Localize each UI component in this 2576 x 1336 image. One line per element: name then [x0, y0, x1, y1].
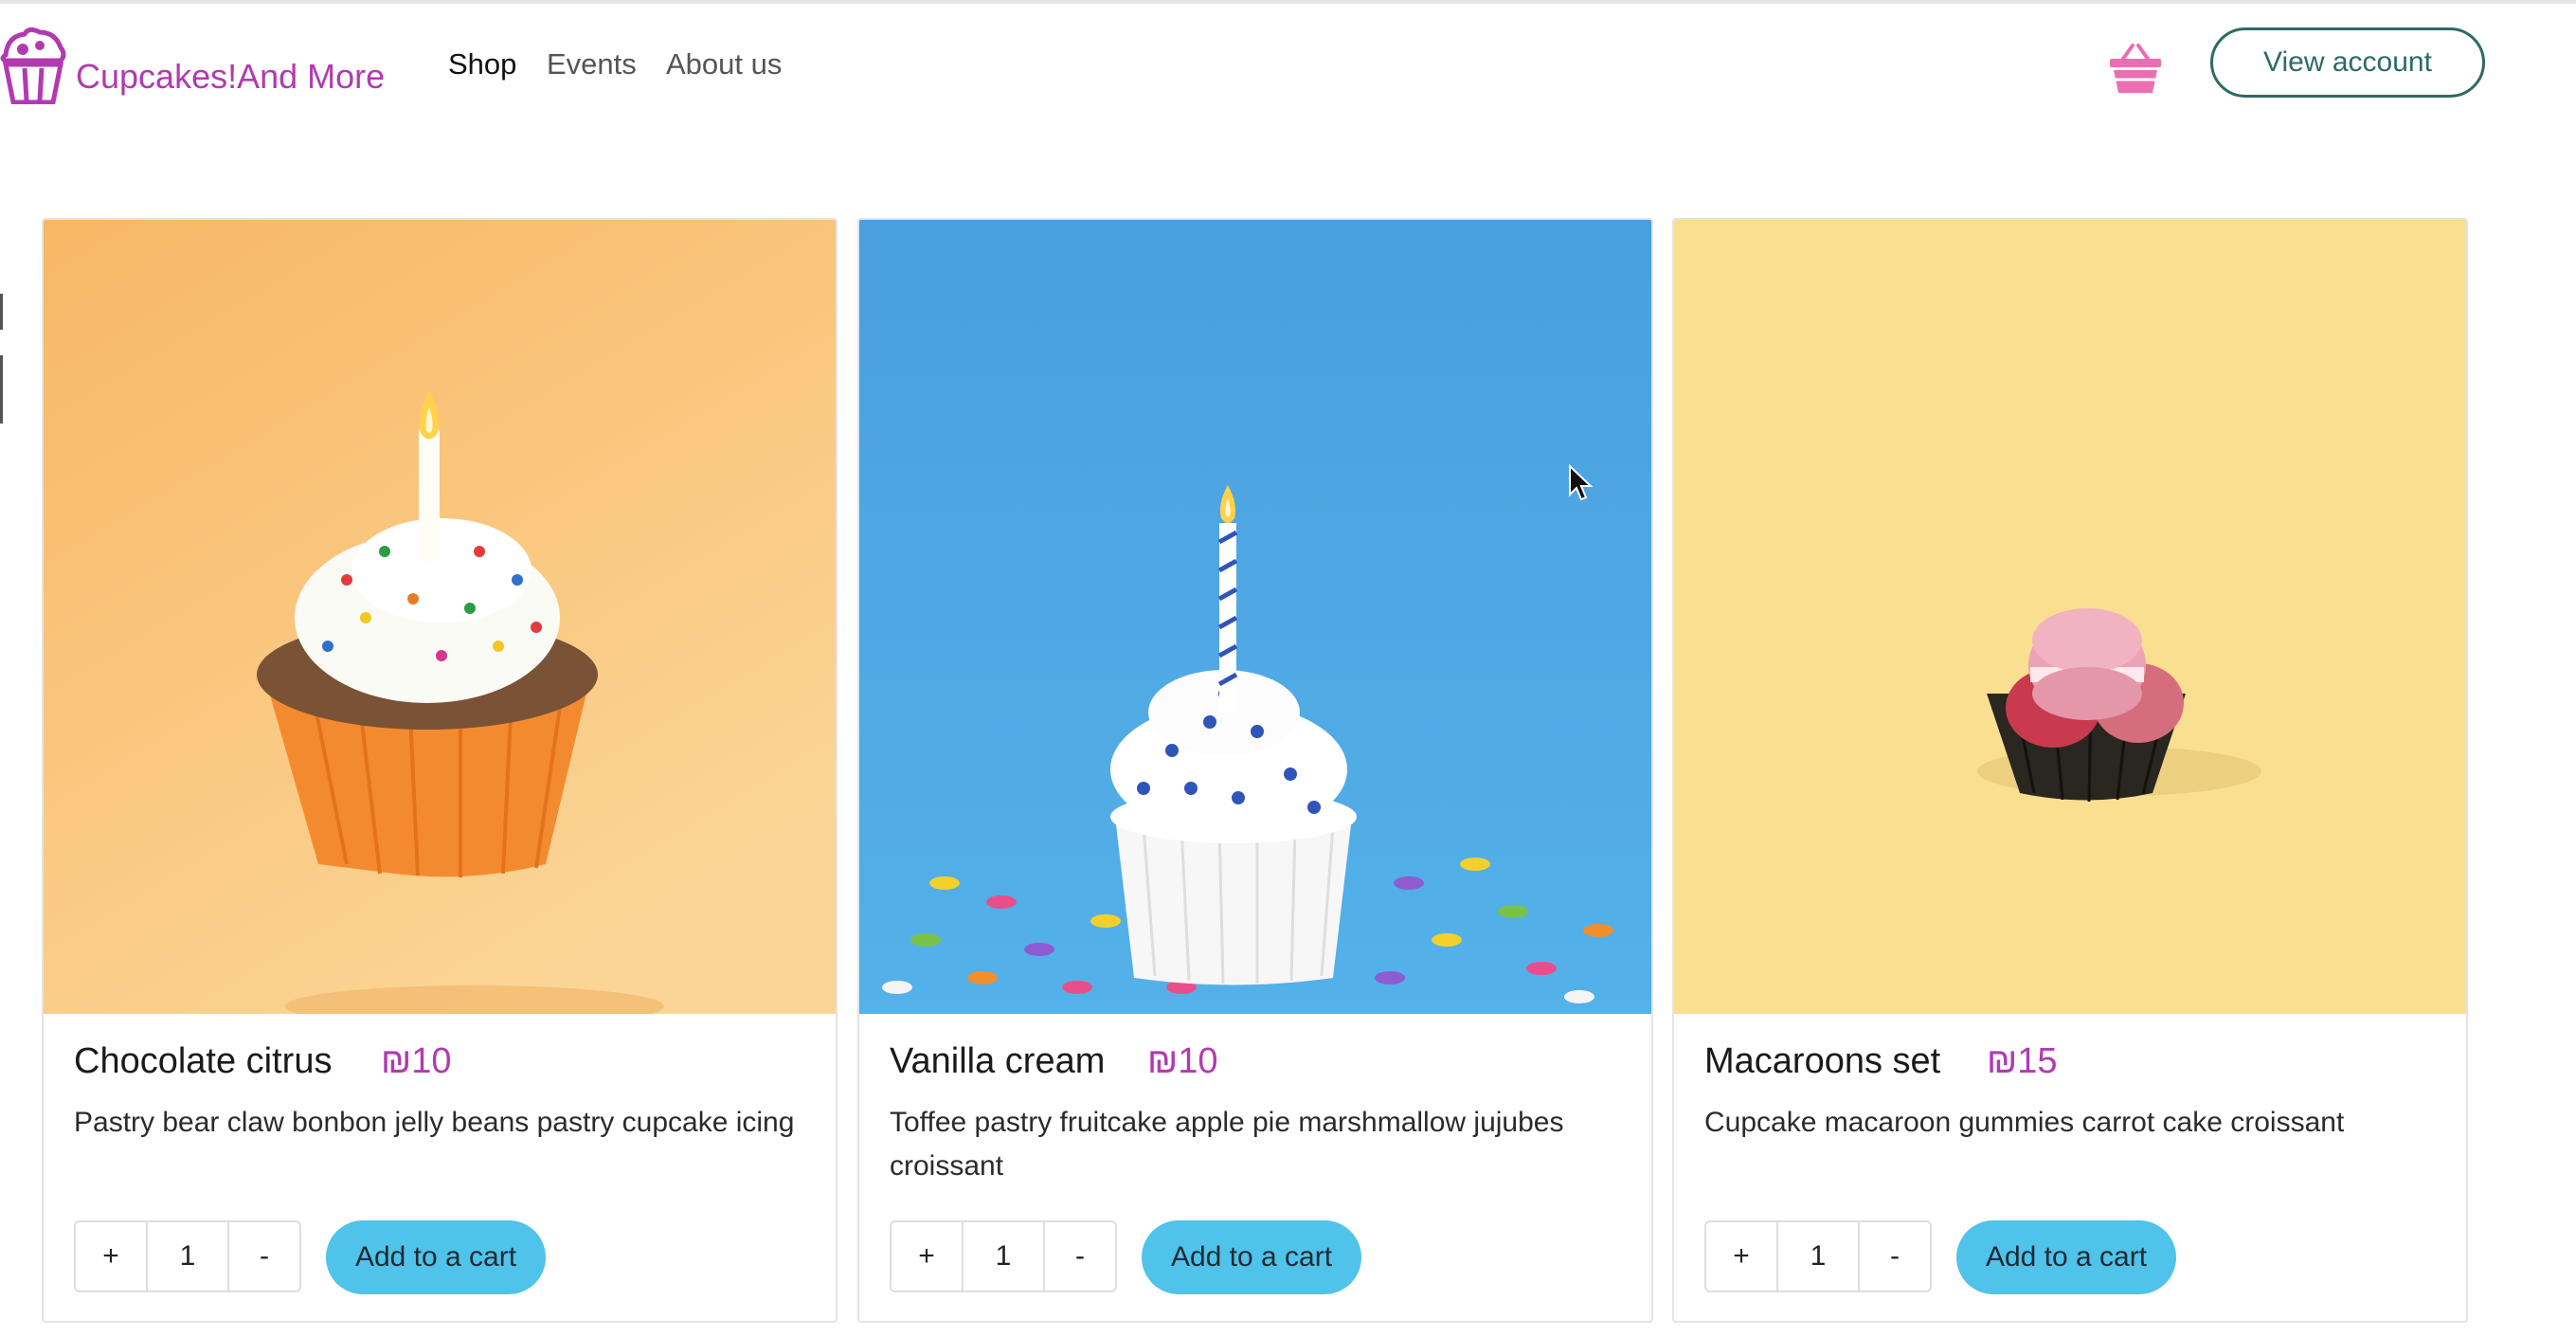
brand-name[interactable]: Cupcakes!And More	[76, 60, 385, 94]
quantity-value[interactable]: 1	[146, 1222, 229, 1291]
product-card-chocolate-citrus: Chocolate citrus ₪10 Pastry bear claw bo…	[42, 218, 838, 1323]
product-image	[859, 220, 1651, 1014]
mouse-pointer-icon	[1569, 464, 1594, 501]
product-description: Toffee pastry fruitcake apple pie marshm…	[890, 1107, 1564, 1182]
nav-shop[interactable]: Shop	[448, 47, 516, 81]
product-price: ₪15	[1987, 1041, 2058, 1081]
top-border	[0, 0, 2576, 4]
product-image	[44, 220, 836, 1014]
product-card-macaroons-set: Macaroons set ₪15 Cupcake macaroon gummi…	[1672, 218, 2468, 1323]
quantity-value[interactable]: 1	[962, 1222, 1045, 1291]
nav-events[interactable]: Events	[547, 47, 637, 81]
product-price: ₪10	[381, 1041, 452, 1081]
product-name: Vanilla cream	[890, 1041, 1106, 1081]
decrement-button[interactable]: -	[1860, 1222, 1930, 1291]
product-image	[1674, 220, 2466, 1014]
add-to-cart-button[interactable]: Add to a cart	[1956, 1220, 2176, 1294]
product-name: Chocolate citrus	[74, 1041, 333, 1081]
basket-icon[interactable]	[2106, 38, 2165, 97]
product-name: Macaroons set	[1704, 1041, 1941, 1081]
cupcake-logo-icon	[0, 27, 66, 104]
decrement-button[interactable]: -	[229, 1222, 299, 1291]
edge-mark	[0, 294, 3, 330]
view-account-button[interactable]: View account	[2210, 27, 2485, 98]
increment-button[interactable]: +	[1706, 1222, 1776, 1291]
add-to-cart-button[interactable]: Add to a cart	[1142, 1220, 1361, 1294]
product-description: Cupcake macaroon gummies carrot cake cro…	[1704, 1107, 2345, 1138]
increment-button[interactable]: +	[76, 1222, 146, 1291]
decrement-button[interactable]: -	[1045, 1222, 1115, 1291]
quantity-stepper: + 1 -	[1704, 1220, 1932, 1292]
product-card-vanilla-cream: Vanilla cream ₪10 Toffee pastry fruitcak…	[857, 218, 1653, 1323]
edge-mark	[0, 355, 3, 424]
quantity-stepper: + 1 -	[74, 1220, 301, 1292]
add-to-cart-button[interactable]: Add to a cart	[326, 1220, 546, 1294]
brand-logo[interactable]	[0, 27, 66, 104]
product-description: Pastry bear claw bonbon jelly beans past…	[74, 1107, 795, 1138]
quantity-stepper: + 1 -	[890, 1220, 1117, 1292]
increment-button[interactable]: +	[892, 1222, 962, 1291]
product-price: ₪10	[1147, 1041, 1218, 1081]
nav-about-us[interactable]: About us	[666, 47, 782, 81]
quantity-value[interactable]: 1	[1776, 1222, 1860, 1291]
